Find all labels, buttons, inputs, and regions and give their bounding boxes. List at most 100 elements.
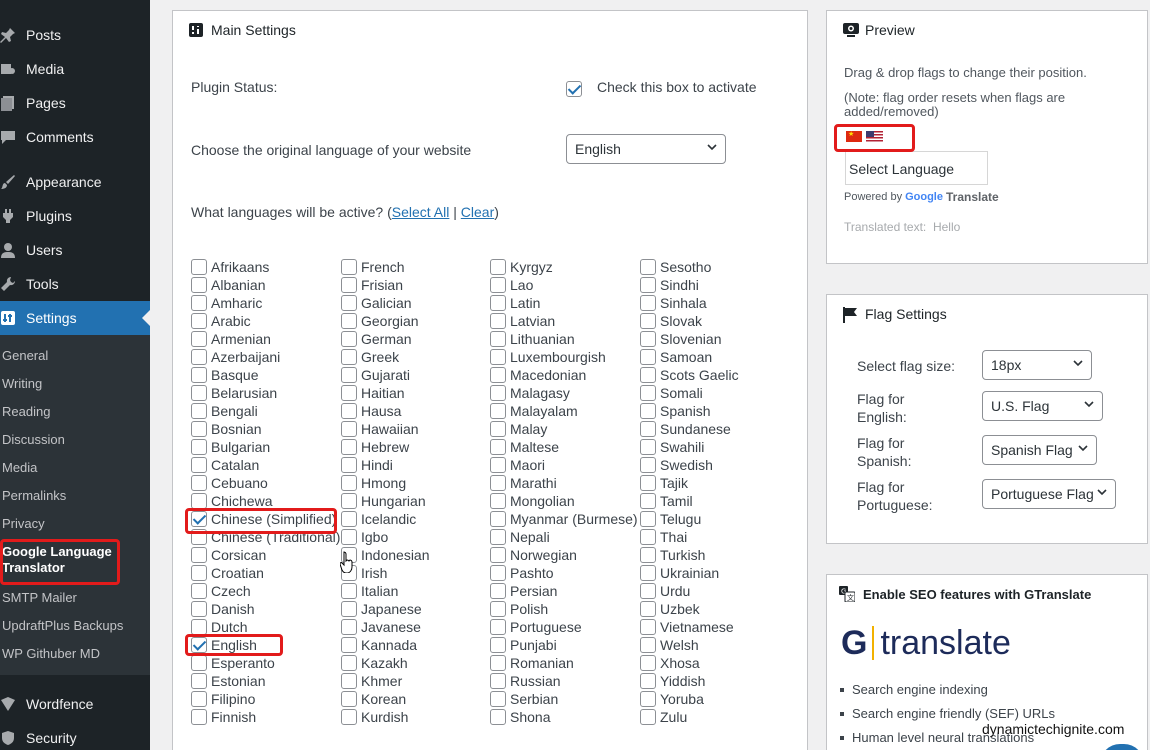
language-checkbox[interactable]: [341, 619, 357, 635]
language-checkbox[interactable]: [640, 295, 656, 311]
language-checkbox[interactable]: [490, 475, 506, 491]
language-checkbox[interactable]: [640, 331, 656, 347]
language-checkbox[interactable]: [191, 313, 207, 329]
select-language-dropdown[interactable]: Select Language: [845, 151, 988, 185]
usa-flag-icon[interactable]: [866, 131, 883, 142]
language-checkbox[interactable]: [191, 619, 207, 635]
language-checkbox[interactable]: [341, 421, 357, 437]
language-checkbox[interactable]: [490, 637, 506, 653]
language-checkbox[interactable]: [191, 493, 207, 509]
language-checkbox[interactable]: [191, 295, 207, 311]
submenu-general[interactable]: General: [2, 348, 48, 364]
language-checkbox[interactable]: [191, 259, 207, 275]
language-checkbox[interactable]: [490, 421, 506, 437]
language-checkbox[interactable]: [640, 691, 656, 707]
language-checkbox[interactable]: [341, 439, 357, 455]
language-checkbox[interactable]: [191, 367, 207, 383]
submenu-permalinks[interactable]: Permalinks: [2, 488, 66, 504]
language-checkbox[interactable]: [640, 457, 656, 473]
language-checkbox[interactable]: [490, 259, 506, 275]
language-checkbox[interactable]: [640, 709, 656, 725]
language-checkbox[interactable]: [191, 547, 207, 563]
language-checkbox[interactable]: [341, 259, 357, 275]
language-checkbox[interactable]: [640, 619, 656, 635]
language-checkbox[interactable]: [341, 655, 357, 671]
language-checkbox[interactable]: [341, 403, 357, 419]
language-checkbox[interactable]: [490, 349, 506, 365]
select-all-link[interactable]: Select All: [392, 204, 450, 220]
language-checkbox[interactable]: [640, 421, 656, 437]
language-checkbox[interactable]: [490, 565, 506, 581]
submenu-wp-githuber-md[interactable]: WP Githuber MD: [2, 646, 100, 662]
language-checkbox[interactable]: [640, 403, 656, 419]
language-checkbox[interactable]: [490, 493, 506, 509]
language-checkbox[interactable]: [640, 439, 656, 455]
language-checkbox[interactable]: [640, 259, 656, 275]
language-checkbox[interactable]: [191, 511, 207, 527]
language-checkbox[interactable]: [640, 367, 656, 383]
language-checkbox[interactable]: [191, 421, 207, 437]
language-checkbox[interactable]: [191, 475, 207, 491]
language-checkbox[interactable]: [640, 511, 656, 527]
language-checkbox[interactable]: [490, 313, 506, 329]
china-flag-icon[interactable]: ★: [846, 131, 862, 142]
language-checkbox[interactable]: [341, 673, 357, 689]
language-checkbox[interactable]: [341, 691, 357, 707]
language-checkbox[interactable]: [191, 565, 207, 581]
language-checkbox[interactable]: [191, 457, 207, 473]
language-checkbox[interactable]: [191, 439, 207, 455]
language-checkbox[interactable]: [490, 655, 506, 671]
language-checkbox[interactable]: [490, 583, 506, 599]
language-checkbox[interactable]: [490, 403, 506, 419]
language-checkbox[interactable]: [341, 709, 357, 725]
language-checkbox[interactable]: [490, 367, 506, 383]
language-checkbox[interactable]: [490, 709, 506, 725]
flag-portuguese-select[interactable]: Portuguese Flag: [982, 479, 1116, 509]
menu-posts[interactable]: Posts: [0, 18, 150, 52]
language-checkbox[interactable]: [341, 277, 357, 293]
original-language-select[interactable]: English: [566, 134, 726, 164]
language-checkbox[interactable]: [341, 529, 357, 545]
language-checkbox[interactable]: [341, 493, 357, 509]
language-checkbox[interactable]: [191, 673, 207, 689]
language-checkbox[interactable]: [640, 637, 656, 653]
language-checkbox[interactable]: [341, 349, 357, 365]
menu-settings[interactable]: Settings: [0, 301, 150, 335]
language-checkbox[interactable]: [640, 493, 656, 509]
flag-size-select[interactable]: 18px: [982, 350, 1092, 380]
language-checkbox[interactable]: [490, 457, 506, 473]
submenu-privacy[interactable]: Privacy: [2, 516, 45, 532]
language-checkbox[interactable]: [341, 637, 357, 653]
language-checkbox[interactable]: [191, 277, 207, 293]
language-checkbox[interactable]: [341, 457, 357, 473]
language-checkbox[interactable]: [490, 547, 506, 563]
menu-wordfence[interactable]: Wordfence: [0, 687, 150, 721]
language-checkbox[interactable]: [191, 601, 207, 617]
menu-appearance[interactable]: Appearance: [0, 165, 150, 199]
language-checkbox[interactable]: [191, 529, 207, 545]
language-checkbox[interactable]: [640, 385, 656, 401]
language-checkbox[interactable]: [490, 691, 506, 707]
language-checkbox[interactable]: [490, 385, 506, 401]
clear-link[interactable]: Clear: [461, 204, 494, 220]
language-checkbox[interactable]: [490, 439, 506, 455]
menu-tools[interactable]: Tools: [0, 267, 150, 301]
language-checkbox[interactable]: [640, 601, 656, 617]
language-checkbox[interactable]: [191, 349, 207, 365]
menu-comments[interactable]: Comments: [0, 120, 150, 154]
submenu-media[interactable]: Media: [2, 460, 37, 476]
activate-checkbox[interactable]: [566, 81, 582, 97]
submenu-reading[interactable]: Reading: [2, 404, 50, 420]
language-checkbox[interactable]: [341, 601, 357, 617]
language-checkbox[interactable]: [341, 295, 357, 311]
language-checkbox[interactable]: [490, 295, 506, 311]
language-checkbox[interactable]: [341, 313, 357, 329]
flag-spanish-select[interactable]: Spanish Flag: [982, 435, 1097, 465]
language-checkbox[interactable]: [341, 367, 357, 383]
language-checkbox[interactable]: [640, 583, 656, 599]
language-checkbox[interactable]: [490, 673, 506, 689]
language-checkbox[interactable]: [490, 529, 506, 545]
language-checkbox[interactable]: [490, 277, 506, 293]
language-checkbox[interactable]: [191, 709, 207, 725]
menu-pages[interactable]: Pages: [0, 86, 150, 120]
